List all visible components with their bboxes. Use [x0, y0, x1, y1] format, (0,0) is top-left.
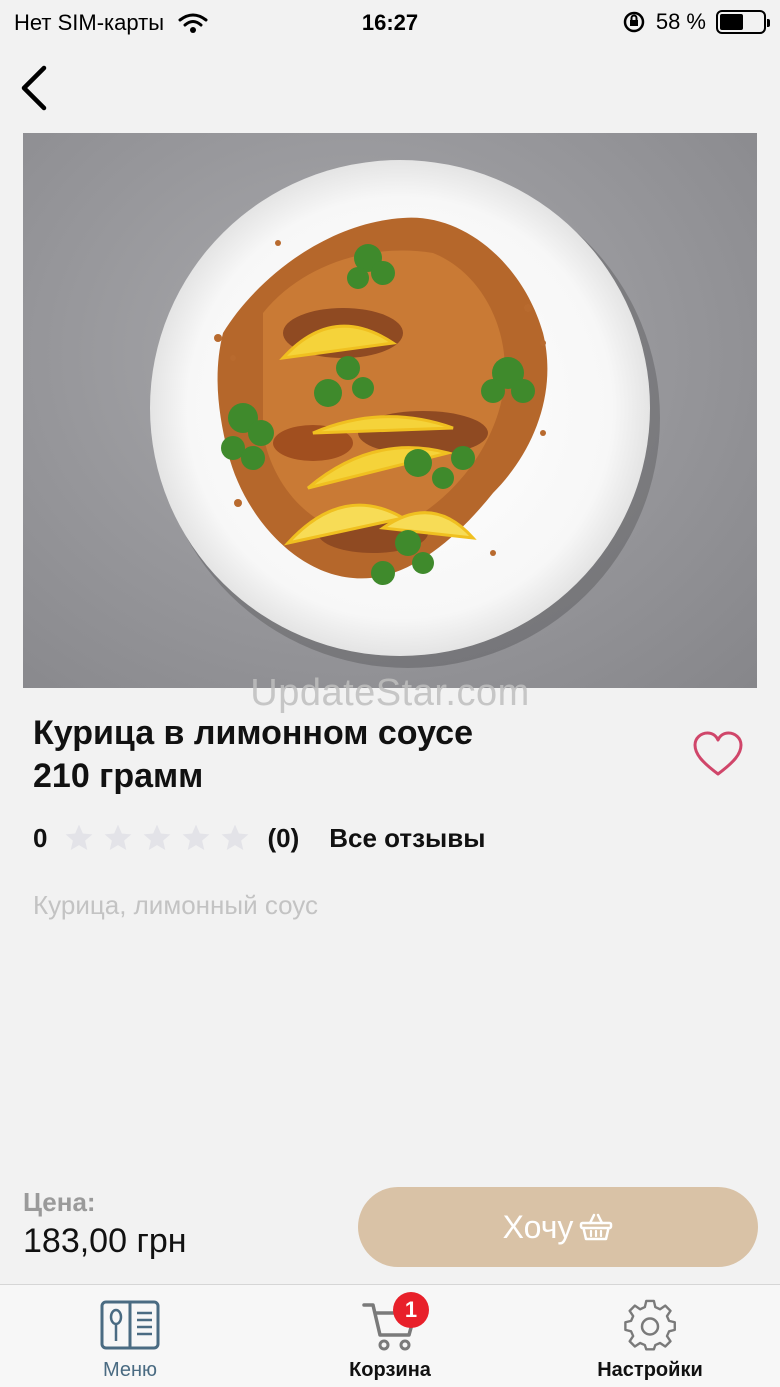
star-icon — [105, 824, 132, 850]
tab-cart-label: Корзина — [349, 1359, 431, 1381]
back-button[interactable] — [14, 62, 58, 114]
rating-stars — [63, 822, 251, 854]
add-to-cart-label: Хочу — [502, 1208, 574, 1245]
product-photo — [23, 133, 757, 688]
star-icon — [183, 824, 210, 850]
tab-settings[interactable]: Настройки — [520, 1285, 780, 1387]
star-icon — [144, 824, 171, 850]
tab-cart[interactable]: Корзина — [260, 1285, 520, 1387]
product-title: Курица в лимонном соусе 210 грамм — [33, 712, 593, 798]
cart-badge: 1 — [393, 1292, 429, 1328]
price-value: 183,00 грн — [23, 1222, 187, 1260]
tab-settings-label: Настройки — [597, 1359, 703, 1381]
basket-icon — [580, 1213, 613, 1241]
rating-value: 0 — [33, 822, 48, 853]
tab-menu[interactable]: Меню — [0, 1285, 260, 1387]
chevron-left-icon — [21, 65, 47, 111]
tab-menu-label: Меню — [102, 1359, 158, 1381]
heart-icon — [693, 731, 743, 776]
star-icon — [66, 824, 93, 850]
rating-row: 0 (0) Все отзывы — [33, 818, 485, 858]
ingredients-text: Курица, лимонный соус — [33, 890, 318, 920]
watermark: UpdateStar.com — [250, 672, 530, 714]
tab-bar: Меню Корзина Настройки — [0, 1284, 780, 1387]
status-bar: Нет SIM-карты 16:27 58 % — [0, 0, 780, 46]
all-reviews-link[interactable]: Все отзывы — [329, 823, 485, 854]
reviews-count: (0) — [267, 822, 300, 853]
price-label: Цена: — [23, 1187, 96, 1217]
rotation-lock-icon — [623, 11, 645, 33]
gear-icon — [624, 1299, 676, 1351]
favorite-button[interactable] — [692, 730, 744, 778]
star-icon — [222, 824, 249, 850]
product-weight: 210 грамм — [33, 757, 204, 795]
add-to-cart-button[interactable]: Хочу — [358, 1187, 758, 1267]
battery-icon — [716, 10, 770, 34]
battery-percent: 58 % — [655, 9, 706, 34]
menu-book-icon — [100, 1300, 160, 1350]
product-name: Курица в лимонном соусе — [33, 714, 473, 752]
